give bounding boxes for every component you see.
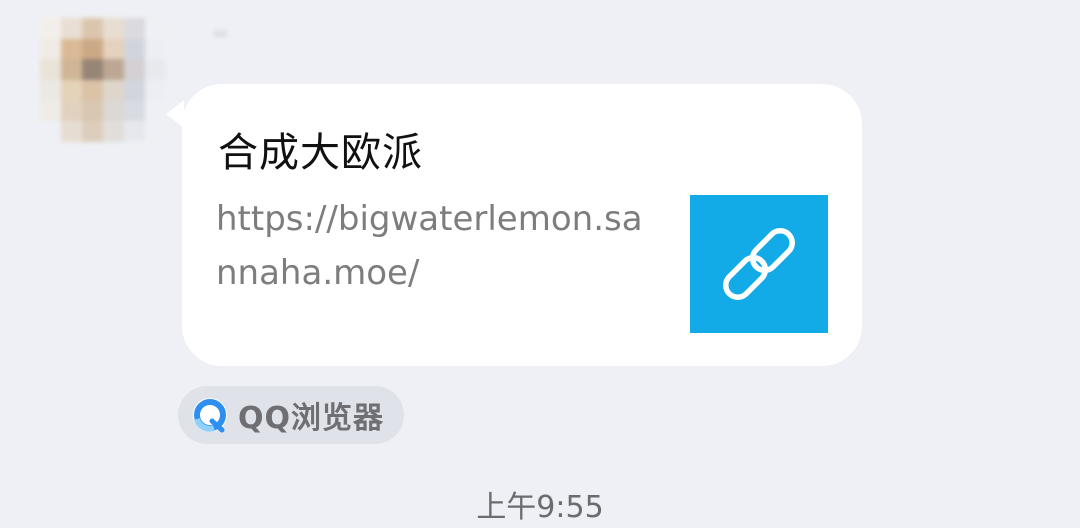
source-app-label: QQ浏览器	[238, 401, 385, 436]
source-app-pill[interactable]: QQ浏览器	[178, 386, 404, 444]
card-title: 合成大欧派	[218, 130, 423, 176]
link-icon	[723, 228, 795, 300]
sender-avatar[interactable]	[40, 18, 166, 142]
card-thumbnail	[690, 195, 828, 333]
card-url: https://bigwaterlemon.sannaha.moe/	[216, 199, 643, 293]
qq-browser-icon	[193, 398, 227, 433]
link-card-message[interactable]: 合成大欧派 https://bigwaterlemon.sannaha.moe/	[182, 84, 862, 366]
message-timestamp: 上午9:55	[476, 490, 604, 525]
sender-name: ··	[214, 22, 227, 46]
